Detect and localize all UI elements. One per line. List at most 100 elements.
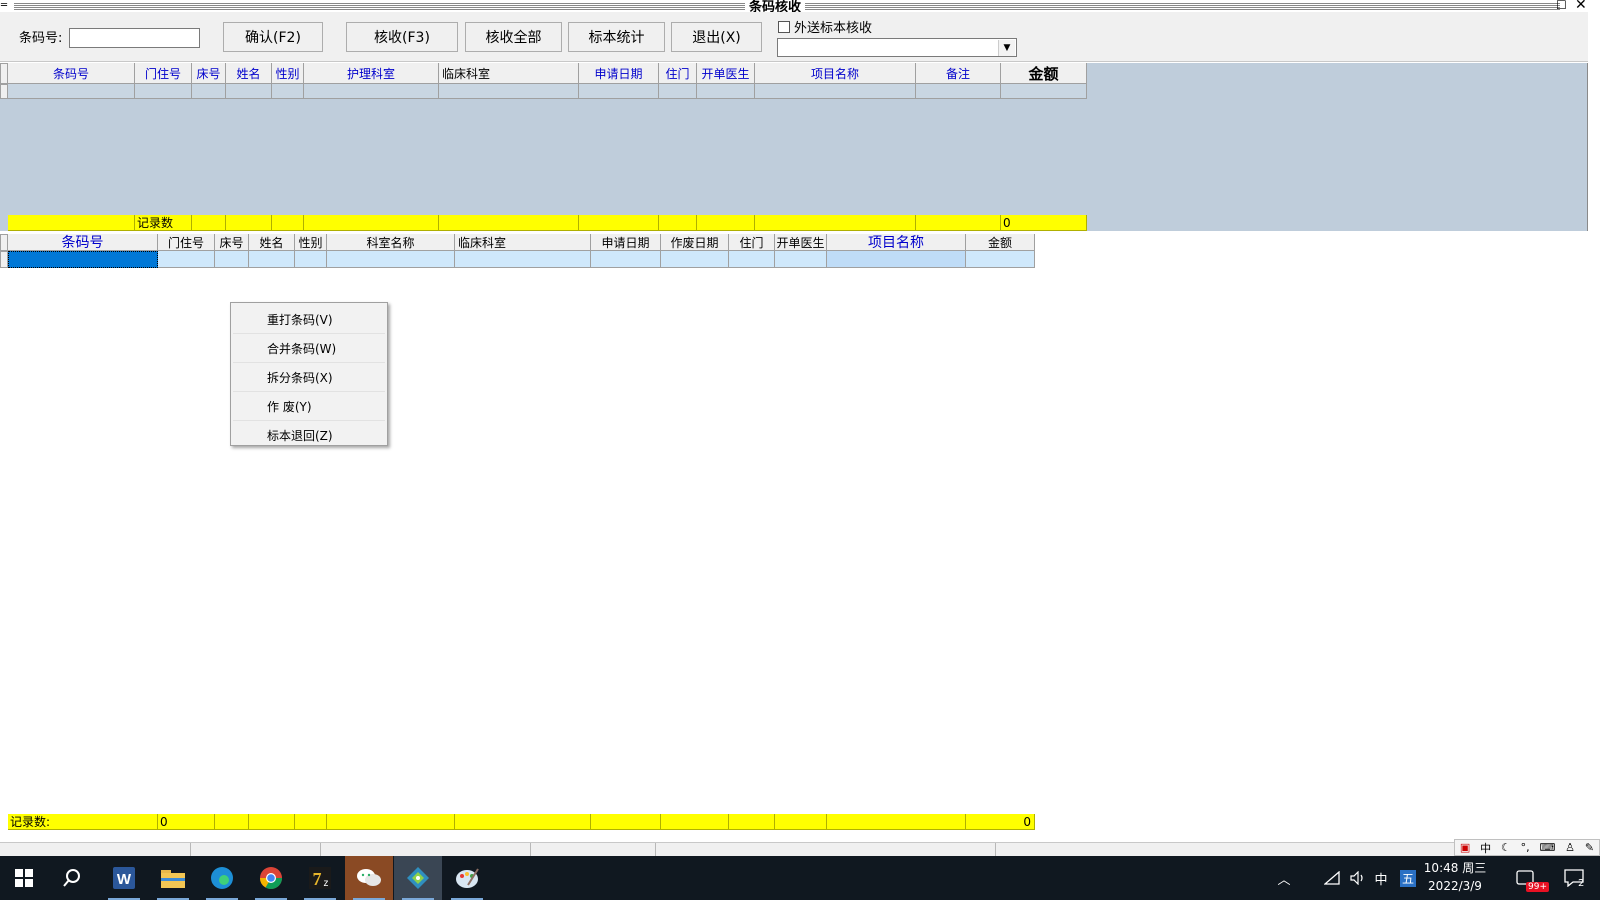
col-nursing-dept[interactable]: 护理科室 xyxy=(304,63,439,84)
pending-summary-row: 记录数 0 xyxy=(8,215,1087,231)
external-specimen-label: 外送标本核收 xyxy=(794,21,873,36)
col2-amount[interactable]: 金额 xyxy=(966,234,1035,251)
summary2-count: 0 xyxy=(158,814,215,830)
col-amount[interactable]: 金额 xyxy=(1001,63,1087,84)
col-clinical-dept[interactable]: 临床科室 xyxy=(439,63,579,84)
col-sex[interactable]: 性别 xyxy=(272,63,304,84)
network-icon[interactable] xyxy=(1320,856,1344,900)
barcode-input[interactable] xyxy=(69,28,200,48)
col-item-name[interactable]: 项目名称 xyxy=(755,63,916,84)
keyboard-icon[interactable]: ⌨ xyxy=(1539,841,1555,854)
cancelled-summary-row: 记录数: 0 0 xyxy=(8,814,1035,830)
moon-icon[interactable]: ☾ xyxy=(1501,841,1511,854)
menu-item-return-specimen[interactable]: 标本退回(Z) xyxy=(233,421,385,449)
taskbar: W 7z ︿ 中 五 10:48 周三 2022/3/9 99+ 2 xyxy=(0,856,1600,900)
punctuation-icon[interactable]: °, xyxy=(1521,841,1530,854)
maximize-button[interactable]: ☐ xyxy=(1556,0,1567,12)
volume-icon[interactable] xyxy=(1346,856,1370,900)
clock[interactable]: 10:48 周三 2022/3/9 xyxy=(1420,859,1490,895)
col2-sex[interactable]: 性别 xyxy=(295,234,327,251)
table-row[interactable] xyxy=(8,251,1035,268)
col2-doctor[interactable]: 开单医生 xyxy=(775,234,827,251)
toolbar: 条码号: 确认(F2) 核收(F3) 核收全部 标本统计 退出(X) 外送标本核… xyxy=(0,12,1588,62)
start-icon[interactable] xyxy=(0,856,48,900)
menu-item-void[interactable]: 作 废(Y) xyxy=(233,392,385,421)
ime-indicator-label: 五 xyxy=(1399,869,1416,887)
svg-text:z: z xyxy=(324,878,329,889)
menu-item-merge[interactable]: 合并条码(W) xyxy=(233,334,385,363)
menu-item-split[interactable]: 拆分条码(X) xyxy=(233,363,385,392)
close-button[interactable]: ✕ xyxy=(1575,0,1587,12)
barcode-label: 条码号: xyxy=(19,31,63,46)
col2-item-name[interactable]: 项目名称 xyxy=(827,234,966,251)
ime-indicator[interactable]: 五 xyxy=(1396,856,1420,900)
search-icon[interactable] xyxy=(48,856,96,900)
col2-patient-no[interactable]: 门住号 xyxy=(158,234,215,251)
pending-grid: 条码号 门住号 床号 姓名 性别 护理科室 临床科室 申请日期 住门 开单医生 … xyxy=(0,63,1588,231)
confirm-button[interactable]: 确认(F2) xyxy=(223,22,323,52)
row-marker-2[interactable] xyxy=(0,251,8,268)
chrome-icon[interactable] xyxy=(247,856,295,900)
word-icon[interactable]: W xyxy=(100,856,148,900)
col-remark[interactable]: 备注 xyxy=(916,63,1001,84)
col2-dept-name[interactable]: 科室名称 xyxy=(327,234,455,251)
ime-logo-icon[interactable]: ▣ xyxy=(1460,841,1470,854)
col-barcode[interactable]: 条码号 xyxy=(8,63,135,84)
row-header-corner xyxy=(0,63,8,84)
wechat-icon[interactable] xyxy=(345,856,393,900)
col-in-out[interactable]: 住门 xyxy=(659,63,697,84)
external-combo[interactable]: ▼ xyxy=(777,38,1017,57)
col2-bed[interactable]: 床号 xyxy=(215,234,249,251)
7zip-icon[interactable]: 7z xyxy=(296,856,344,900)
chevron-up-icon[interactable]: ︿ xyxy=(1272,856,1296,900)
status-segment xyxy=(530,843,656,856)
title-bar: ═ 条码核收 ☐ ✕ xyxy=(0,0,1600,12)
edge-icon[interactable] xyxy=(198,856,246,900)
receive-all-button[interactable]: 核收全部 xyxy=(465,22,562,52)
status-segment xyxy=(655,843,996,856)
status-bar xyxy=(0,842,1600,856)
chevron-down-icon[interactable]: ▼ xyxy=(998,40,1015,56)
context-menu: 重打条码(V) 合并条码(W) 拆分条码(X) 作 废(Y) 标本退回(Z) xyxy=(230,302,388,446)
col2-cancel-date[interactable]: 作废日期 xyxy=(661,234,729,251)
file-explorer-icon[interactable] xyxy=(149,856,197,900)
clock-time: 10:48 周三 xyxy=(1423,861,1487,875)
menu-item-reprint[interactable]: 重打条码(V) xyxy=(233,305,385,334)
wrench-icon[interactable]: ✎ xyxy=(1585,841,1594,854)
system-menu-icon[interactable]: ═ xyxy=(1,0,7,11)
external-specimen-checkbox[interactable] xyxy=(778,21,790,33)
app-icon[interactable] xyxy=(394,856,442,900)
col-request-date[interactable]: 申请日期 xyxy=(579,63,659,84)
col2-request-date[interactable]: 申请日期 xyxy=(591,234,661,251)
col-name[interactable]: 姓名 xyxy=(226,63,272,84)
cancelled-grid-header: 条码号 门住号 床号 姓名 性别 科室名称 临床科室 申请日期 作废日期 住门 … xyxy=(8,234,1035,251)
receive-button[interactable]: 核收(F3) xyxy=(346,22,458,52)
summary-amount: 0 xyxy=(1001,215,1087,231)
col-doctor[interactable]: 开单医生 xyxy=(697,63,755,84)
paint-icon[interactable] xyxy=(443,856,491,900)
col2-clinical-dept[interactable]: 临床科室 xyxy=(455,234,591,251)
exit-button[interactable]: 退出(X) xyxy=(671,22,762,52)
row-marker[interactable] xyxy=(0,84,8,99)
svg-text:W: W xyxy=(117,871,132,888)
ime-mode[interactable]: 中 xyxy=(1480,840,1491,856)
status-segment xyxy=(320,843,531,856)
status-segment xyxy=(0,843,191,856)
summary-label: 记录数 xyxy=(135,215,192,231)
window-title: 条码核收 xyxy=(745,0,806,12)
col2-in-out[interactable]: 住门 xyxy=(729,234,775,251)
table-row[interactable] xyxy=(8,84,1087,99)
user-icon[interactable]: ♙ xyxy=(1565,841,1575,854)
col-bed[interactable]: 床号 xyxy=(192,63,226,84)
col2-barcode[interactable]: 条码号 xyxy=(8,234,158,251)
action-center-icon[interactable]: 2 xyxy=(1556,856,1592,900)
language-indicator[interactable]: 中 xyxy=(1370,856,1392,900)
notification-badge: 99+ xyxy=(1526,882,1549,892)
selected-cell[interactable] xyxy=(8,251,158,268)
notification-app-icon[interactable]: 99+ xyxy=(1506,856,1549,900)
ime-toolbar: ▣ 中 ☾ °, ⌨ ♙ ✎ xyxy=(1454,839,1600,856)
specimen-stats-button[interactable]: 标本统计 xyxy=(568,22,665,52)
col-patient-no[interactable]: 门住号 xyxy=(135,63,192,84)
col2-name[interactable]: 姓名 xyxy=(249,234,295,251)
summary2-label: 记录数: xyxy=(8,814,158,830)
